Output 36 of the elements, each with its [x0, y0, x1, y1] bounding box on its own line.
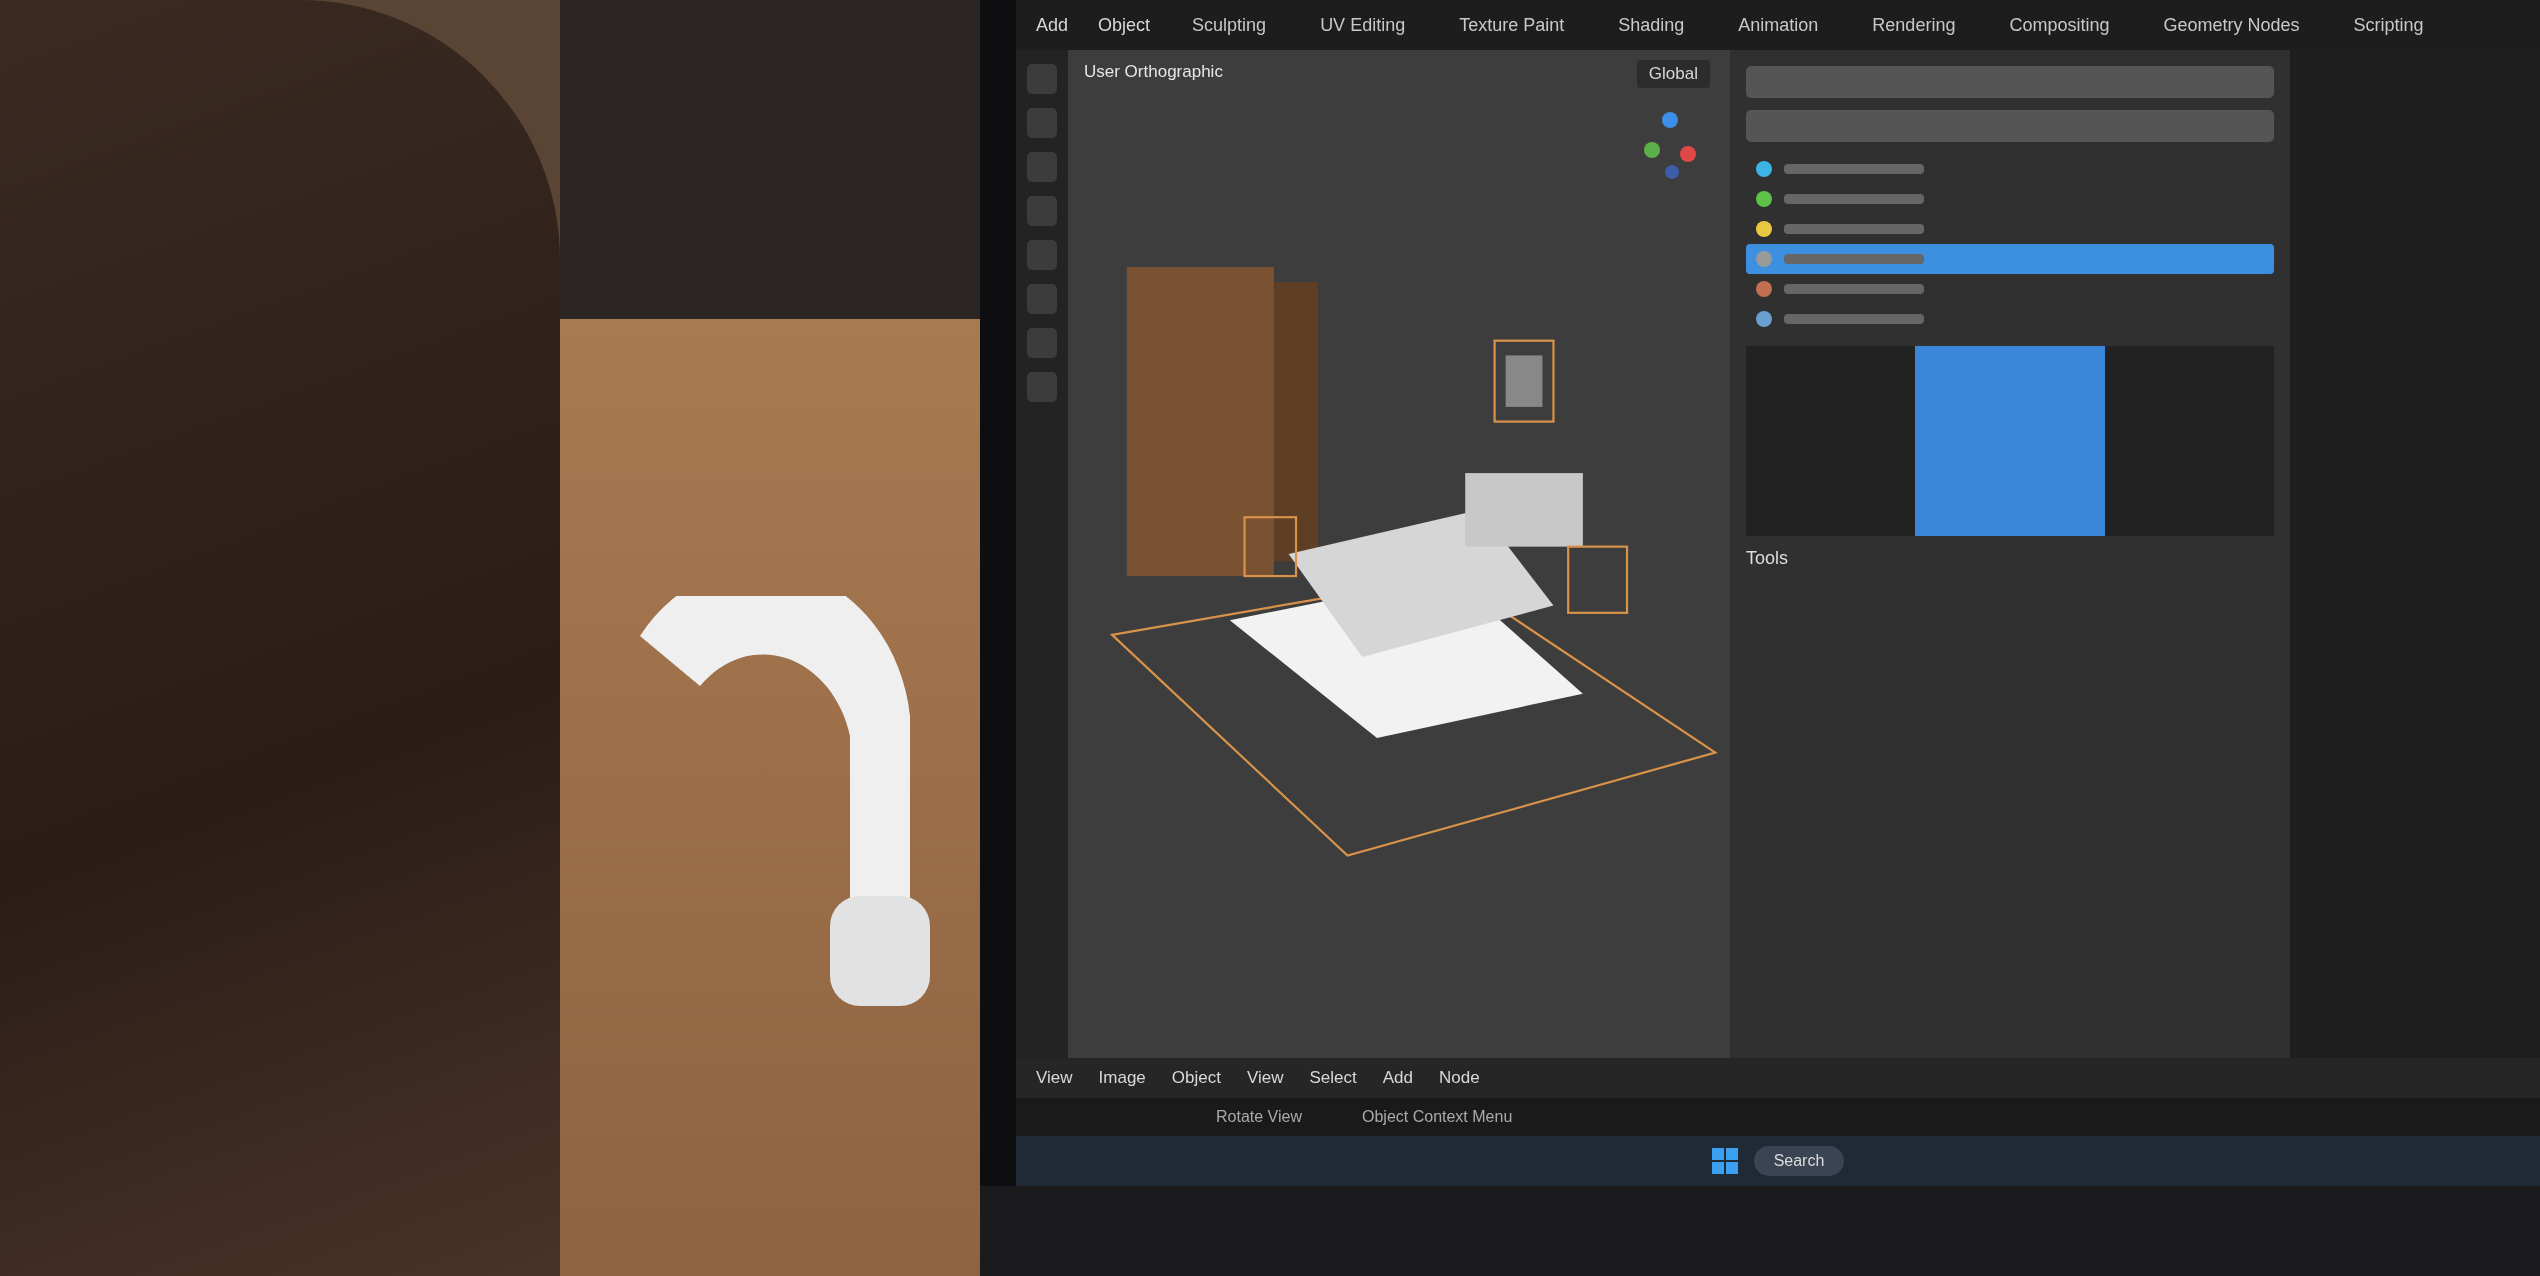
- menu-item[interactable]: Object: [1098, 14, 1151, 36]
- windows-logo-icon[interactable]: [1711, 1148, 1738, 1174]
- workspace-tab[interactable]: Animation: [1726, 8, 1831, 42]
- status-hint: Rotate View: [1216, 1108, 1302, 1126]
- status-hint: Object Context Menu: [1362, 1108, 1513, 1126]
- tool-icon[interactable]: [1027, 196, 1057, 226]
- list-row[interactable]: [1746, 244, 2274, 274]
- tool-icon[interactable]: [1027, 372, 1057, 402]
- menu-item[interactable]: Image: [1098, 1068, 1146, 1088]
- menu-item[interactable]: Object: [1171, 1068, 1221, 1088]
- tool-icon[interactable]: [1027, 284, 1057, 314]
- tool-icon[interactable]: [1027, 152, 1057, 182]
- panel-button[interactable]: [1746, 110, 2274, 142]
- orientation-dropdown[interactable]: Global: [1636, 60, 1710, 88]
- tool-icon[interactable]: [1027, 64, 1057, 94]
- tool-icon[interactable]: [1027, 240, 1057, 270]
- workspace-tab[interactable]: Scripting: [2341, 8, 2436, 42]
- tool-icon[interactable]: [1027, 328, 1057, 358]
- panel-heading: Tools: [1746, 548, 1790, 569]
- workspace-tab[interactable]: Sculpting: [1180, 8, 1279, 42]
- workspace-tab[interactable]: Shading: [1606, 8, 1697, 42]
- viewport-info: User Orthographic: [1084, 62, 1223, 82]
- search-field[interactable]: Search: [1753, 1146, 1845, 1176]
- workspace-tab[interactable]: Rendering: [1860, 8, 1968, 42]
- menu-item[interactable]: Select: [1309, 1068, 1357, 1088]
- workspace-tab[interactable]: Texture Paint: [1447, 8, 1577, 42]
- menu-item[interactable]: Add: [1382, 1068, 1413, 1088]
- tool-icon[interactable]: [1027, 108, 1057, 138]
- workspace-tab[interactable]: Compositing: [1997, 8, 2122, 42]
- panel-button[interactable]: [1746, 66, 2274, 98]
- menu-item[interactable]: Node: [1439, 1068, 1480, 1088]
- menu-item[interactable]: View: [1036, 1068, 1073, 1088]
- menu-item[interactable]: Add: [1036, 14, 1069, 36]
- workspace-tab[interactable]: UV Editing: [1308, 8, 1418, 42]
- menu-item[interactable]: View: [1246, 1068, 1284, 1088]
- workspace-tab[interactable]: Geometry Nodes: [2151, 8, 2312, 42]
